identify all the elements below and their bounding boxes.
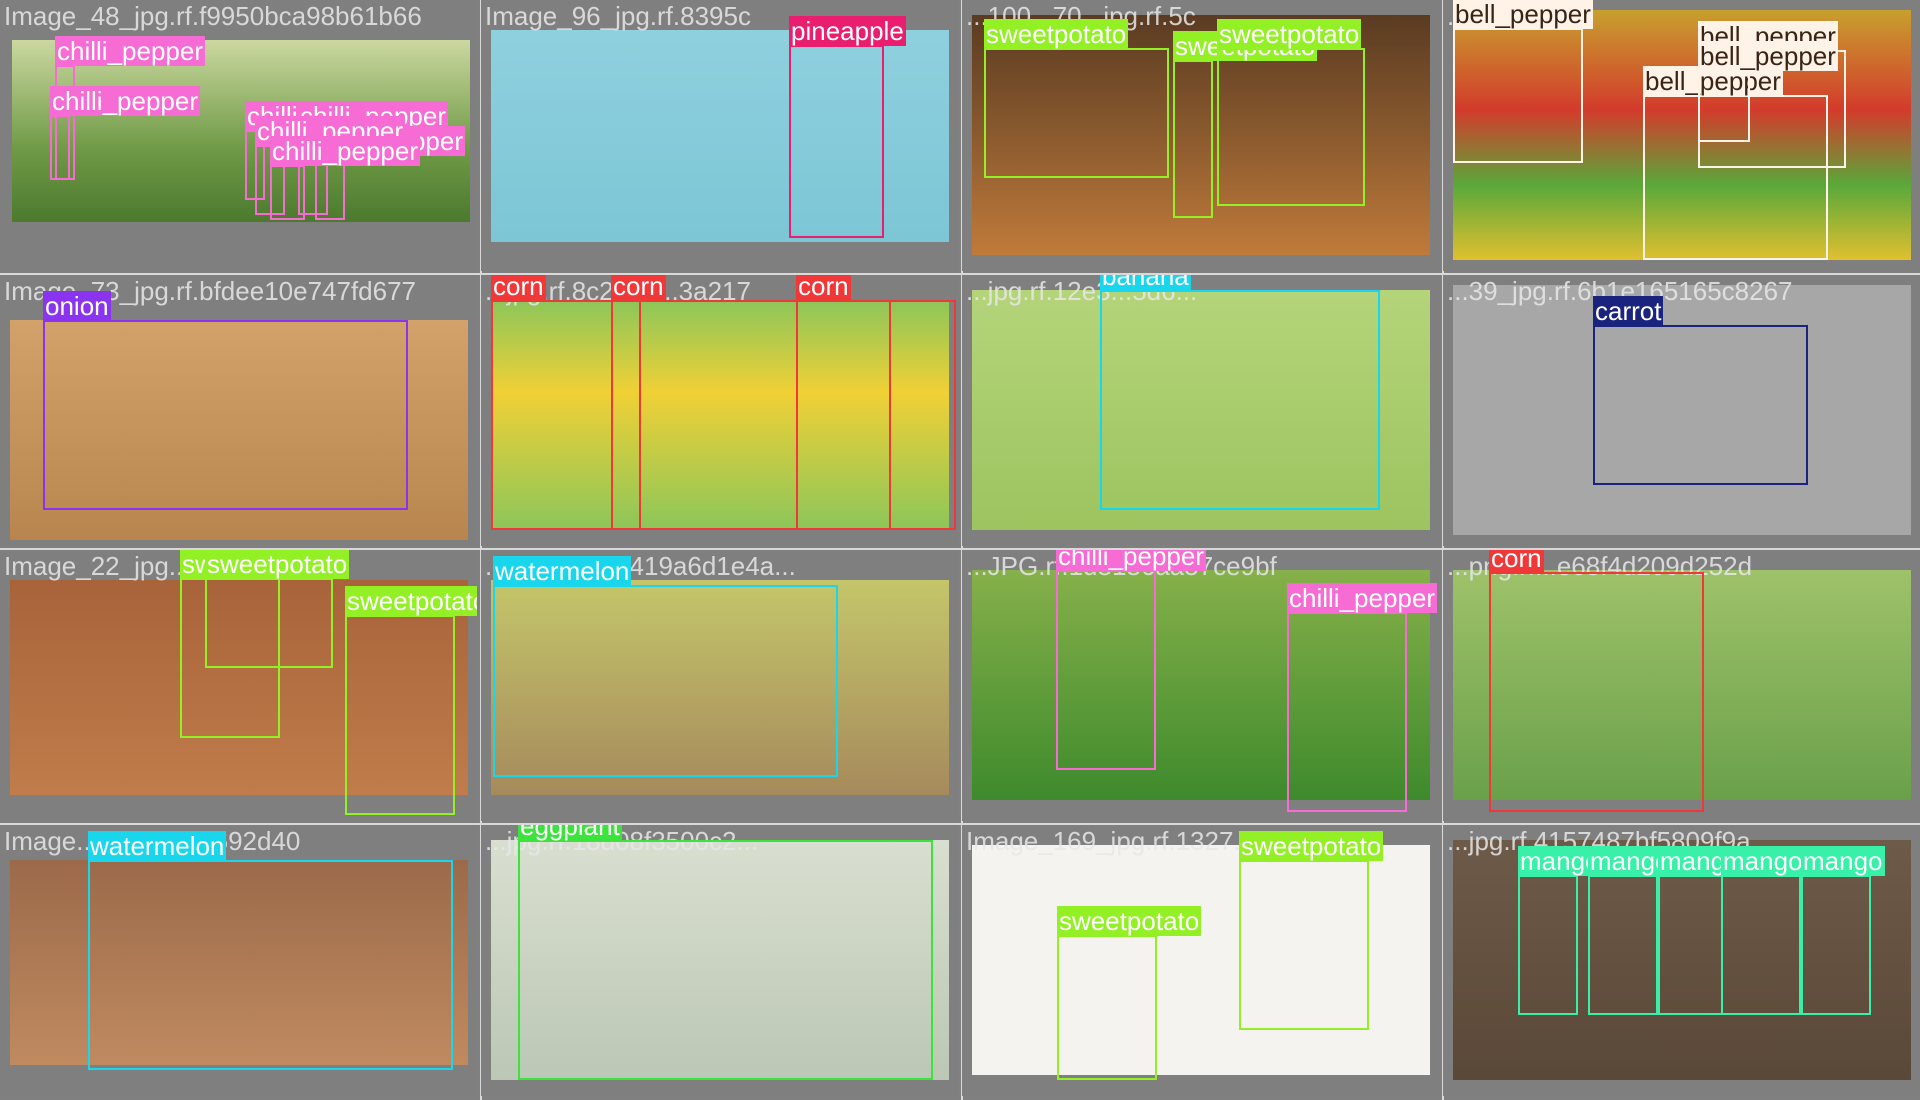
mosaic-tile: ...jpg.rf.8693419a6d1e4a... watermelon bbox=[481, 550, 958, 821]
detection-label: watermelon bbox=[493, 556, 632, 586]
mosaic-tile: Image_22_jpg...9f16 sweetpotato sweetpotat… bbox=[0, 550, 477, 821]
mosaic-tile: ...jpg.rf.12e3...5d6... banana bbox=[962, 275, 1439, 546]
mosaic-tile: Image_48_jpg.rf.f9950bca98b61b66 chilli_p… bbox=[0, 0, 477, 271]
detection-label: corn bbox=[491, 275, 546, 301]
image-filename: Image_169_jpg.rf.1327...c0 bbox=[966, 826, 1283, 856]
detection-box: onion bbox=[43, 291, 408, 510]
mosaic-tile: Image_73_jpg.rf.bfdee10e747fd677 onion bbox=[0, 275, 477, 546]
detection-box: sweetpotato bbox=[1173, 31, 1318, 218]
detection-label: mango bbox=[1721, 846, 1805, 876]
mosaic-tile: ...png.rf...e68f4d209d252d corn bbox=[1443, 550, 1920, 821]
detection-box: carrot bbox=[1593, 296, 1808, 485]
image-filename: Image_96_jpg.rf.8395c bbox=[485, 1, 751, 31]
detection-box: bell_pepper bbox=[1698, 41, 1838, 142]
detection-box: corn bbox=[1489, 550, 1704, 812]
detection-label: watermelon bbox=[88, 831, 227, 861]
detection-label: carrot bbox=[1593, 296, 1664, 326]
detection-box: eggplant bbox=[518, 825, 933, 1080]
mosaic-tile: Image_96_jpg.rf.8395c pineapple bbox=[481, 0, 958, 271]
detection-box: sweetpotato bbox=[984, 19, 1169, 178]
detection-box: watermelon bbox=[88, 831, 453, 1070]
image-filename: Image_48_jpg.rf.f9950bca98b61b66 bbox=[4, 1, 422, 31]
detection-label: sweetpotato bbox=[1057, 906, 1202, 936]
detection-box: sweetpotato bbox=[1217, 19, 1365, 206]
detection-label: eggplant bbox=[518, 825, 622, 841]
detection-label: chilli_pepper bbox=[1287, 583, 1437, 613]
detection-label: chilli_pepper bbox=[50, 86, 200, 116]
detection-box: sweetpotato bbox=[1239, 831, 1384, 1030]
detection-box: sweetpotato bbox=[205, 550, 350, 668]
detection-box: mango bbox=[1588, 846, 1672, 1015]
detection-box: chilli_pepper bbox=[1287, 583, 1437, 812]
detection-label: sweetpotato bbox=[1239, 831, 1384, 861]
mosaic-tile: ...100...70...jpg.rf.5c sweetpotato sweetp… bbox=[962, 0, 1439, 271]
detection-label: pineapple bbox=[789, 16, 906, 46]
detection-label: chilli_pepper bbox=[55, 36, 205, 66]
mosaic-tile: ...jpg.rf.8c2666...3a217corncorncorn bbox=[481, 275, 958, 546]
detection-label: sweetpotato bbox=[205, 550, 350, 579]
mosaic-tile: ...39_jpg.rf.6b1e165165c8267 carrot bbox=[1443, 275, 1920, 546]
detection-label: sweetpotato bbox=[345, 586, 477, 616]
detection-label: chilli_pepper bbox=[1056, 550, 1206, 571]
detection-box: pineapple bbox=[789, 16, 906, 238]
detection-label: sweetpotato bbox=[1217, 19, 1362, 49]
detection-label: sweetpotato bbox=[984, 19, 1129, 49]
detection-label: chilli_pepper bbox=[270, 136, 420, 166]
detection-box: bell_pepper bbox=[1453, 0, 1593, 163]
detection-label: corn bbox=[796, 275, 851, 301]
detection-box: chilli_pepper bbox=[50, 86, 200, 180]
detection-label: banana bbox=[1100, 275, 1191, 291]
detection-box: sweetpotato bbox=[1057, 906, 1202, 1080]
detection-label: bell_pepper bbox=[1698, 41, 1838, 71]
mosaic-tile: ...jpg.rf.4157487bf5809f9a mango mango mang… bbox=[1443, 825, 1920, 1096]
mosaic-tile: ...274d...bell_pepperbell_pepperbell_pep… bbox=[1443, 0, 1920, 271]
detection-box: mango bbox=[1518, 846, 1602, 1015]
detection-label: onion bbox=[43, 291, 111, 321]
detection-box: sweetpotato bbox=[345, 586, 477, 815]
detection-mosaic: Image_48_jpg.rf.f9950bca98b61b66 chilli_p… bbox=[0, 0, 1920, 1100]
detection-label: bell_pepper bbox=[1453, 0, 1593, 29]
mosaic-tile: ...JPG.rf.1d8186aa57ce9bfchilli_pepperch… bbox=[962, 550, 1439, 821]
detection-box: chilli_pepper bbox=[270, 136, 420, 220]
detection-box: mango bbox=[1721, 846, 1805, 1015]
detection-box: mango bbox=[1658, 846, 1742, 1015]
detection-label: mango bbox=[1801, 846, 1885, 876]
detection-label: corn bbox=[611, 275, 666, 301]
detection-box: chilli_pepper bbox=[1056, 550, 1206, 770]
mosaic-tile: Image...8dd01ad0692d40watermelon bbox=[0, 825, 477, 1096]
detection-label: corn bbox=[1489, 550, 1544, 573]
detection-box: mango bbox=[1801, 846, 1885, 1015]
detection-box: banana bbox=[1100, 275, 1380, 510]
detection-box: corn bbox=[796, 275, 956, 530]
detection-box: watermelon bbox=[493, 556, 838, 777]
mosaic-tile: Image_169_jpg.rf.1327...c0 sweetpotato swe… bbox=[962, 825, 1439, 1096]
mosaic-tile: ...jpg.rf.18d08f3500c2... eggplant bbox=[481, 825, 958, 1096]
